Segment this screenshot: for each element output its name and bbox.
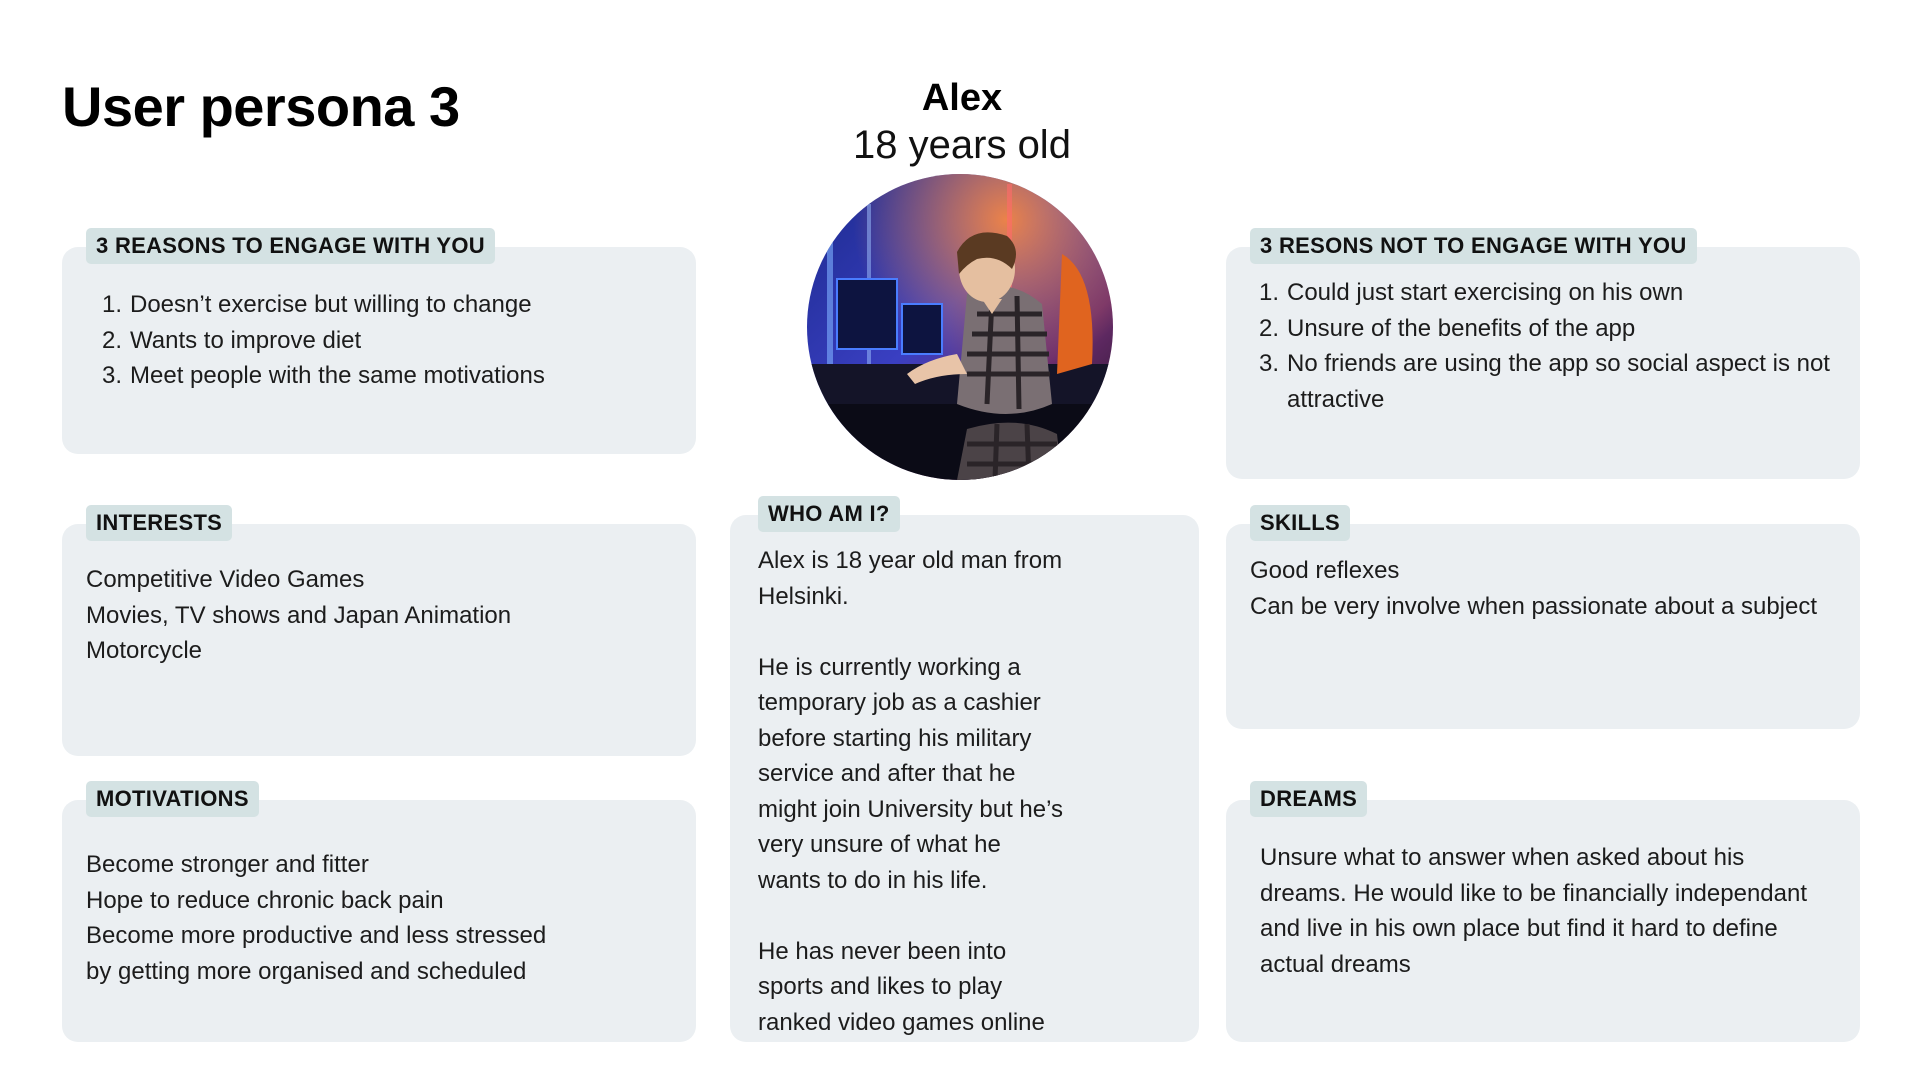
skills-list: Good reflexes Can be very involve when p… — [1250, 553, 1850, 624]
who-am-i-heading: WHO AM I? — [758, 496, 900, 532]
persona-age: 18 years old — [853, 123, 1071, 167]
reasons-engage-list: 1. Doesn’t exercise but willing to change… — [86, 287, 666, 394]
reasons-engage-heading: 3 REASONS TO ENGAGE WITH YOU — [86, 228, 495, 264]
list-item: 1. Doesn’t exercise but willing to change — [101, 291, 532, 318]
persona-photo — [807, 174, 1113, 480]
skills-heading: SKILLS — [1250, 505, 1351, 541]
list-item: Become more productive and less stressed… — [86, 922, 547, 985]
interests-heading: INTERESTS — [86, 505, 233, 541]
persona-header: Alex 18 years old — [812, 76, 1112, 170]
list-item: Competitive Video Games — [86, 566, 365, 593]
list-item: 1. Could just start exercising on his own — [1258, 279, 1684, 306]
list-item: 3. No friends are using the app so social… — [1258, 350, 1830, 413]
list-item: Motorcycle — [86, 637, 203, 664]
list-item: 2. Unsure of the benefits of the app — [1258, 314, 1636, 342]
reasons-not-engage-heading: 3 RESONS NOT TO ENGAGE WITH YOU — [1250, 228, 1697, 264]
page-title: User persona 3 — [62, 75, 460, 138]
list-item: 3. Meet people with the same motivations — [101, 362, 545, 389]
interests-list: Competitive Video Games Movies, TV shows… — [86, 562, 676, 669]
persona-name: Alex — [921, 77, 1003, 119]
who-am-i-text: Alex is 18 year old man from Helsinki. H… — [758, 543, 1068, 1040]
list-item: 2. Wants to improve diet — [101, 326, 362, 354]
list-item: Become stronger and fitter — [86, 851, 369, 878]
who-am-i-paragraph: He has never been into sports and likes … — [758, 937, 1045, 1036]
gamer-photo-illustration — [807, 174, 1113, 480]
dreams-heading: DREAMS — [1250, 781, 1368, 817]
reasons-not-engage-list: 1. Could just start exercising on his own… — [1243, 275, 1833, 417]
motivations-list: Become stronger and fitter Hope to reduc… — [86, 847, 556, 989]
dreams-text: Unsure what to answer when asked about h… — [1260, 844, 1807, 978]
motivations-heading: MOTIVATIONS — [86, 781, 259, 817]
who-am-i-paragraph: He is currently working a temporary job … — [758, 653, 1064, 894]
list-item: Good reflexes — [1250, 557, 1400, 584]
list-item: Can be very involve when passionate abou… — [1250, 592, 1818, 620]
list-item: Movies, TV shows and Japan Animation — [86, 601, 512, 629]
who-am-i-paragraph: Alex is 18 year old man from Helsinki. — [758, 547, 1063, 610]
list-item: Hope to reduce chronic back pain — [86, 886, 444, 914]
